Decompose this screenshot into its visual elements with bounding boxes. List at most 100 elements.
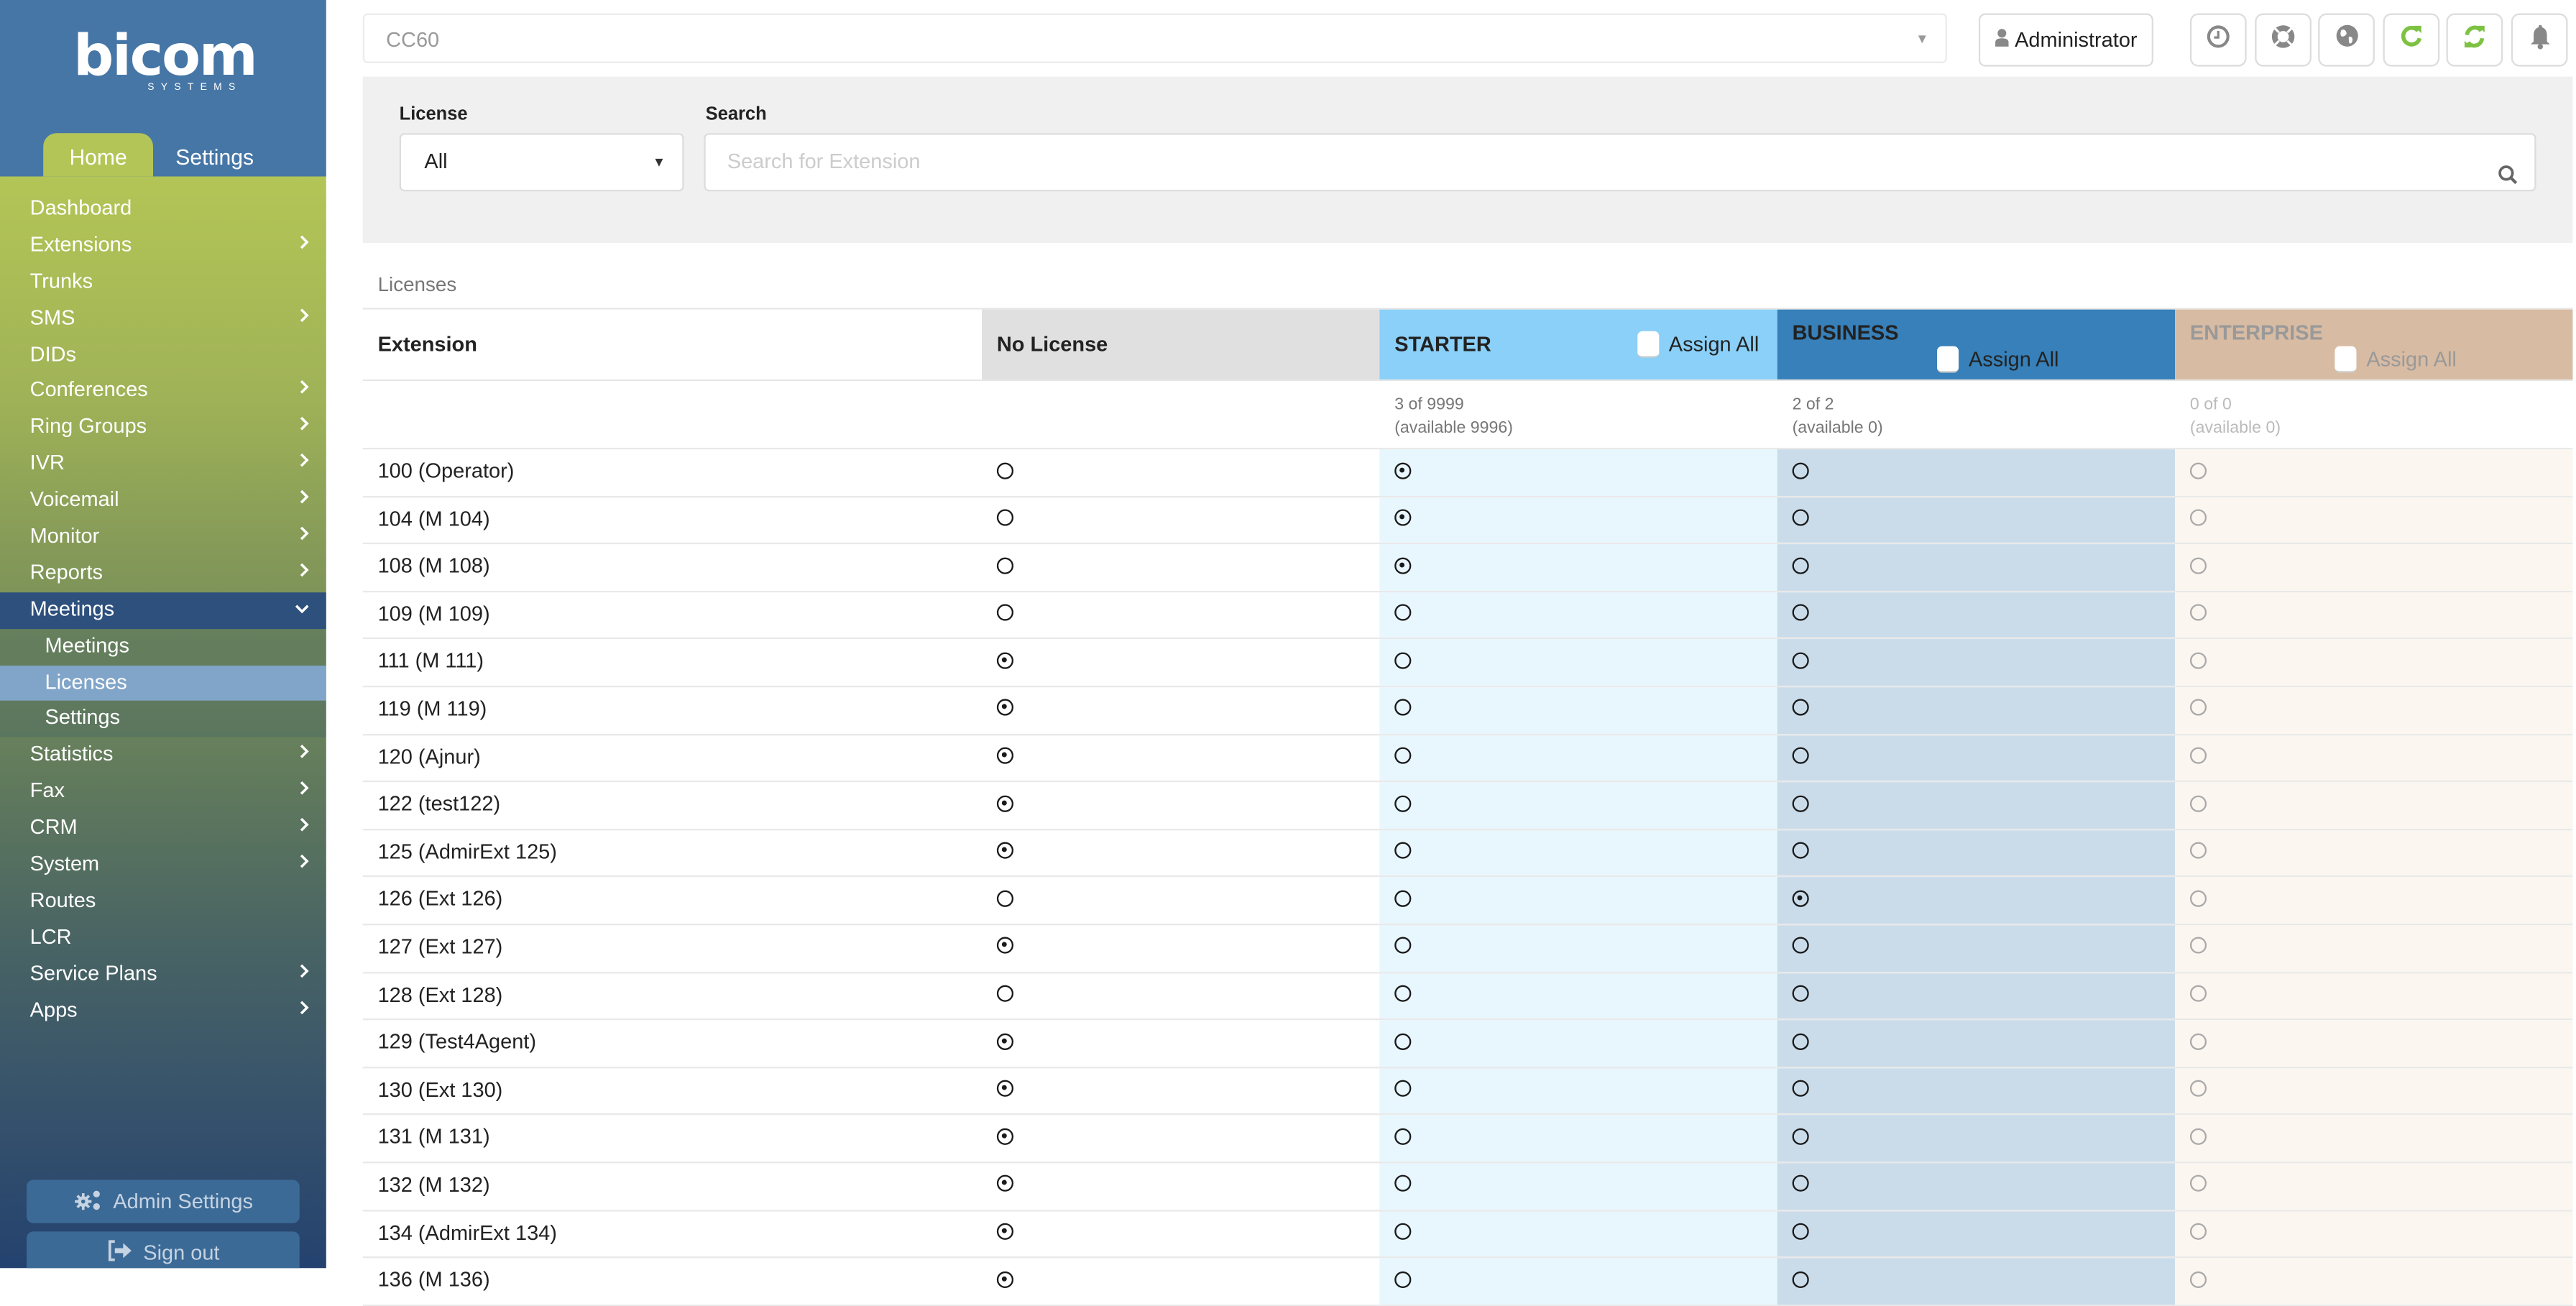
license-radio-business[interactable] xyxy=(1792,1175,1809,1192)
search-icon[interactable] xyxy=(2498,152,2518,206)
pbx-selector[interactable]: CC60 ▼ xyxy=(362,13,1947,63)
sign-out-button[interactable]: Sign out xyxy=(27,1231,300,1269)
sidebar-item-lcr[interactable]: LCR xyxy=(0,920,326,957)
sidebar-item-statistics[interactable]: Statistics xyxy=(0,738,326,775)
license-radio-none[interactable] xyxy=(996,842,1014,860)
license-radio-none[interactable] xyxy=(996,1270,1014,1288)
license-radio-business[interactable] xyxy=(1792,937,1809,955)
license-radio-starter[interactable] xyxy=(1394,937,1412,955)
business-assign-all[interactable]: Assign All xyxy=(1937,346,2058,373)
support-button[interactable] xyxy=(2255,13,2312,67)
sidebar-item-fax[interactable]: Fax xyxy=(0,774,326,811)
license-radio-none[interactable] xyxy=(996,937,1014,955)
starter-assign-all-checkbox[interactable] xyxy=(1637,331,1659,358)
extension-search-input[interactable]: Search for Extension xyxy=(704,133,2536,192)
sidebar-subitem-licenses[interactable]: Licenses xyxy=(0,665,326,702)
license-radio-starter[interactable] xyxy=(1394,1128,1412,1145)
license-radio-none[interactable] xyxy=(996,652,1014,669)
license-radio-none[interactable] xyxy=(996,1223,1014,1240)
sidebar-item-trunks[interactable]: Trunks xyxy=(0,265,326,301)
sidebar-item-voicemail[interactable]: Voicemail xyxy=(0,483,326,520)
license-radio-none[interactable] xyxy=(996,509,1014,526)
license-radio-business[interactable] xyxy=(1792,1270,1809,1288)
license-radio-none[interactable] xyxy=(996,794,1014,812)
license-radio-business[interactable] xyxy=(1792,842,1809,860)
sidebar-item-ring-groups[interactable]: Ring Groups xyxy=(0,410,326,446)
license-radio-business[interactable] xyxy=(1792,604,1809,622)
license-radio-business[interactable] xyxy=(1792,1128,1809,1145)
sidebar-item-ivr[interactable]: IVR xyxy=(0,446,326,483)
license-radio-business[interactable] xyxy=(1792,699,1809,717)
license-radio-starter[interactable] xyxy=(1394,699,1412,717)
license-radio-business[interactable] xyxy=(1792,461,1809,479)
license-radio-none[interactable] xyxy=(996,1128,1014,1145)
license-radio-starter[interactable] xyxy=(1394,985,1412,1002)
license-radio-starter[interactable] xyxy=(1394,1175,1412,1192)
tab-home[interactable]: Home xyxy=(43,133,154,177)
sidebar-item-monitor[interactable]: Monitor xyxy=(0,519,326,556)
reload-button[interactable] xyxy=(2383,13,2440,67)
license-radio-business[interactable] xyxy=(1792,985,1809,1002)
license-radio-starter[interactable] xyxy=(1394,1223,1412,1240)
license-radio-none[interactable] xyxy=(996,604,1014,622)
license-radio-business[interactable] xyxy=(1792,890,1809,907)
license-radio-starter[interactable] xyxy=(1394,842,1412,860)
sidebar-item-crm[interactable]: CRM xyxy=(0,811,326,847)
license-radio-business[interactable] xyxy=(1792,1032,1809,1050)
license-radio-starter[interactable] xyxy=(1394,890,1412,907)
sidebar-subitem-meetings[interactable]: Meetings xyxy=(0,628,326,666)
license-radio-starter[interactable] xyxy=(1394,509,1412,526)
sidebar-item-conferences[interactable]: Conferences xyxy=(0,374,326,410)
license-radio-business[interactable] xyxy=(1792,509,1809,526)
language-button[interactable] xyxy=(2318,13,2375,67)
license-radio-none[interactable] xyxy=(996,985,1014,1002)
license-radio-business[interactable] xyxy=(1792,1223,1809,1240)
user-menu-button[interactable]: Administrator xyxy=(1978,13,2153,67)
license-radio-none[interactable] xyxy=(996,747,1014,764)
sidebar-item-sms[interactable]: SMS xyxy=(0,300,326,337)
license-radio-none[interactable] xyxy=(996,1175,1014,1192)
license-radio-starter[interactable] xyxy=(1394,604,1412,622)
sidebar-item-reports[interactable]: Reports xyxy=(0,556,326,592)
license-radio-starter[interactable] xyxy=(1394,747,1412,764)
license-radio-none[interactable] xyxy=(996,1032,1014,1050)
business-assign-all-checkbox[interactable] xyxy=(1937,346,1959,373)
license-radio-none[interactable] xyxy=(996,461,1014,479)
sidebar-subitem-settings[interactable]: Settings xyxy=(0,701,326,738)
sidebar-item-dids[interactable]: DIDs xyxy=(0,337,326,374)
license-radio-business[interactable] xyxy=(1792,747,1809,764)
sidebar-item-meetings[interactable]: Meetings xyxy=(0,592,326,629)
license-radio-starter[interactable] xyxy=(1394,1270,1412,1288)
enterprise-assign-all[interactable]: Assign All xyxy=(2334,346,2457,373)
license-radio-starter[interactable] xyxy=(1394,794,1412,812)
sidebar-item-extensions[interactable]: Extensions xyxy=(0,228,326,265)
license-filter-select[interactable]: All ▼ xyxy=(399,133,684,192)
starter-assign-all[interactable]: Assign All xyxy=(1637,310,1759,380)
sidebar-item-routes[interactable]: Routes xyxy=(0,883,326,920)
sidebar-item-apps[interactable]: Apps xyxy=(0,993,326,1029)
sync-button[interactable] xyxy=(2446,13,2503,67)
clock-button[interactable] xyxy=(2189,13,2247,67)
license-radio-business[interactable] xyxy=(1792,652,1809,669)
sidebar-item-service-plans[interactable]: Service Plans xyxy=(0,957,326,993)
license-radio-starter[interactable] xyxy=(1394,652,1412,669)
sidebar-item-dashboard[interactable]: Dashboard xyxy=(0,191,326,228)
tab-settings[interactable]: Settings xyxy=(160,133,270,177)
license-radio-starter[interactable] xyxy=(1394,1032,1412,1050)
sidebar-item-label: Routes xyxy=(29,888,96,912)
license-radio-none[interactable] xyxy=(996,890,1014,907)
license-radio-business[interactable] xyxy=(1792,1080,1809,1098)
license-radio-business[interactable] xyxy=(1792,794,1809,812)
admin-settings-button[interactable]: Admin Settings xyxy=(27,1179,300,1223)
license-radio-starter[interactable] xyxy=(1394,556,1412,574)
license-radio-business[interactable] xyxy=(1792,556,1809,574)
notifications-button[interactable] xyxy=(2511,13,2568,67)
bicom-logo[interactable]: bicom SYSTEMS xyxy=(73,28,258,97)
license-radio-none[interactable] xyxy=(996,699,1014,717)
license-radio-none[interactable] xyxy=(996,1080,1014,1098)
license-radio-starter[interactable] xyxy=(1394,1080,1412,1098)
license-radio-starter[interactable] xyxy=(1394,461,1412,479)
license-radio-none[interactable] xyxy=(996,556,1014,574)
enterprise-assign-all-checkbox[interactable] xyxy=(2334,346,2357,373)
sidebar-item-system[interactable]: System xyxy=(0,847,326,884)
